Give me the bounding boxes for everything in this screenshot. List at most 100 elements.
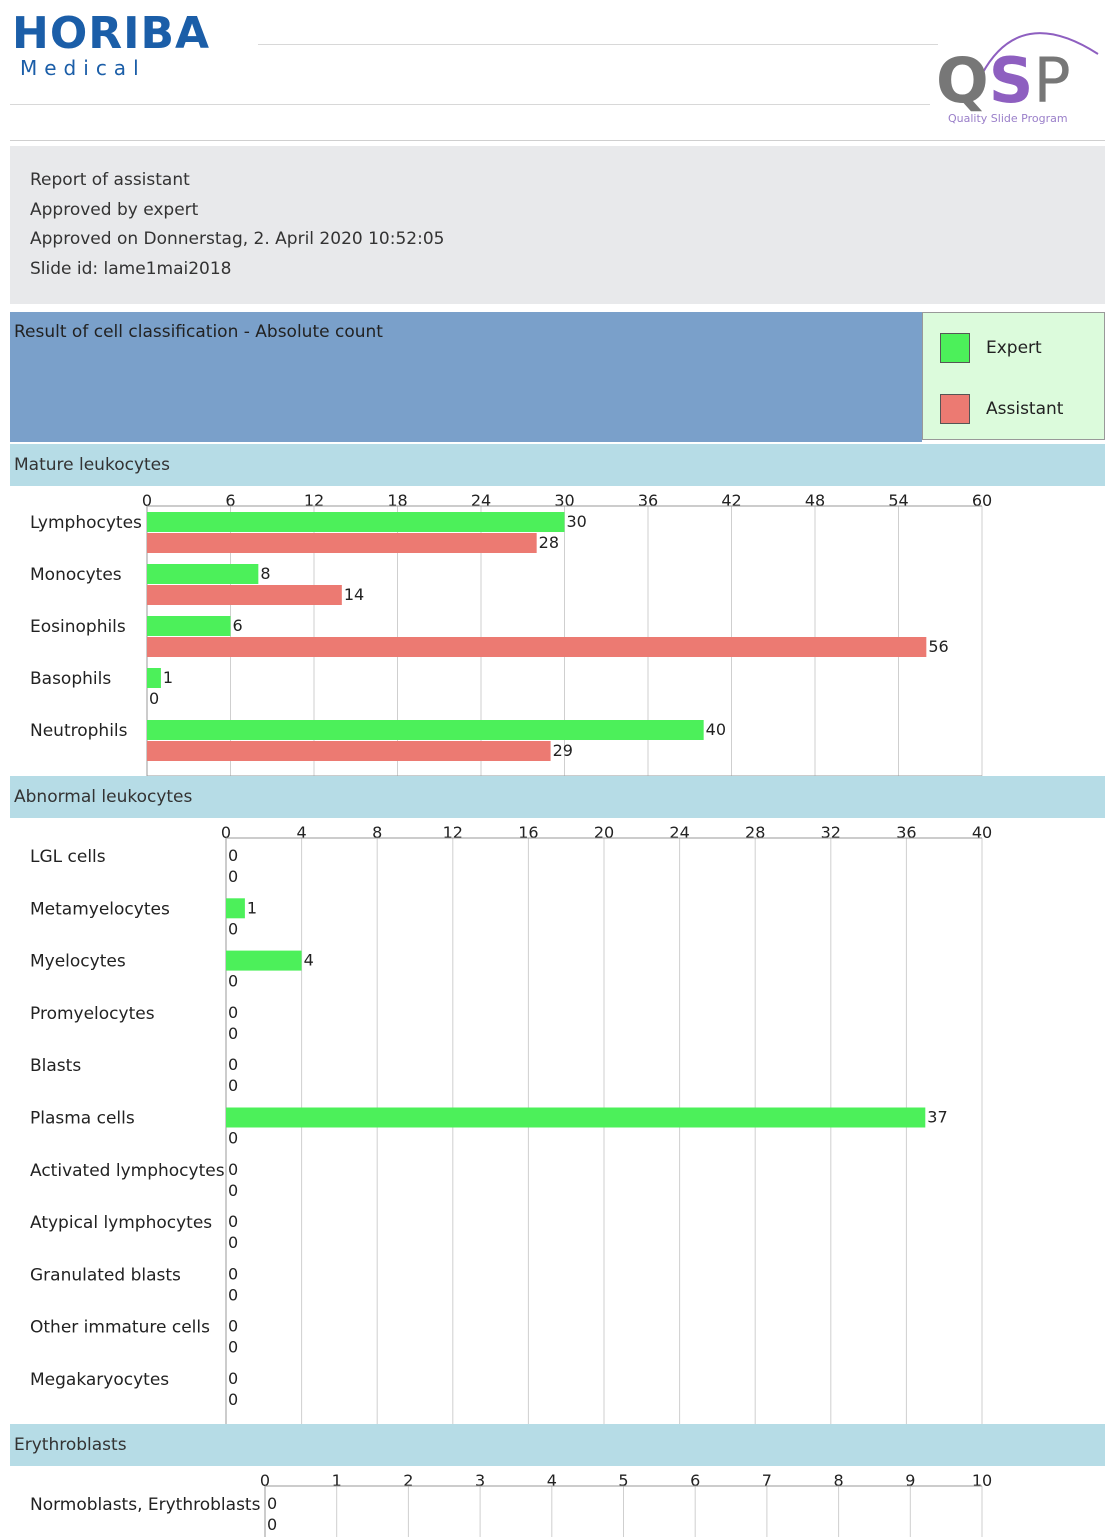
data-label: 0 (228, 1024, 238, 1043)
data-label: 0 (228, 1338, 238, 1357)
data-label: 8 (260, 564, 270, 583)
result-title-bar: Result of cell classification - Absolute… (10, 312, 922, 442)
x-tick-label: 32 (821, 823, 841, 842)
category-label: Eosinophils (30, 617, 126, 637)
x-tick-label: 9 (905, 1471, 915, 1490)
mature-leukocytes-chart: 0 6 12 18 24 30 36 42 48 54 60Lymphocytes 3028Monoc… (30, 491, 992, 776)
horiba-logo: HORIBA (12, 8, 211, 59)
bar-assistant (147, 533, 537, 553)
section-title: Erythroblasts (14, 1435, 127, 1455)
x-tick-label: 6 (690, 1471, 700, 1490)
data-label: 0 (228, 1390, 238, 1409)
category-label: Megakaryocytes (30, 1370, 169, 1390)
bar-assistant (147, 637, 927, 657)
bar-assistant (147, 741, 551, 761)
category-label: Metamyelocytes (30, 899, 170, 919)
bar-expert (147, 616, 231, 636)
data-label: 0 (228, 1055, 238, 1074)
report-info-panel: Report of assistant Approved by expert A… (10, 146, 1105, 304)
data-label: 0 (228, 1285, 238, 1304)
data-label: 40 (706, 720, 726, 739)
bar-expert (226, 950, 302, 971)
x-tick-label: 7 (762, 1471, 772, 1490)
category-label: Normoblasts, Erythroblasts (30, 1495, 261, 1515)
header-divider (258, 44, 938, 45)
category-label: Myelocytes (30, 952, 126, 972)
x-tick-label: 1 (332, 1471, 342, 1490)
category-label: Activated lymphocytes (30, 1161, 225, 1181)
category-label: Basophils (30, 669, 111, 689)
legend-swatch-expert (940, 333, 970, 363)
legend-label-expert: Expert (986, 338, 1042, 358)
approval-date: Approved on Donnerstag, 2. April 2020 10… (30, 229, 445, 249)
data-label: 0 (228, 1003, 238, 1022)
data-label: 0 (228, 1317, 238, 1336)
result-title: Result of cell classification - Absolute… (14, 322, 383, 342)
data-label: 37 (927, 1108, 947, 1127)
data-label: 0 (228, 1233, 238, 1252)
data-label: 0 (228, 1212, 238, 1231)
bar-expert (226, 1107, 926, 1128)
data-label: 1 (163, 668, 173, 687)
x-tick-label: 16 (518, 823, 538, 842)
report-header: HORIBA Medical QSP Quality Slide Program (0, 0, 1105, 141)
category-label: Granulated blasts (30, 1265, 181, 1285)
section-header-erythroblasts: Erythroblasts (10, 1424, 1105, 1466)
bar-expert (147, 564, 259, 584)
data-label: 0 (149, 689, 159, 708)
category-label: Monocytes (30, 565, 122, 585)
x-tick-label: 36 (638, 491, 658, 510)
erythroblasts-chart: 0 1 2 3 4 5 6 7 8 9 10Normoblasts, Erythroblasts 00 (30, 1471, 992, 1537)
category-label: LGL cells (30, 847, 106, 867)
section-title: Abnormal leukocytes (14, 787, 193, 807)
data-label: 0 (228, 1264, 238, 1283)
x-tick-label: 30 (554, 491, 574, 510)
category-label: Lymphocytes (30, 513, 142, 533)
report-type: Report of assistant (30, 170, 190, 190)
x-tick-label: 60 (972, 491, 992, 510)
legend-swatch-assistant (940, 394, 970, 424)
x-tick-label: 2 (403, 1471, 413, 1490)
data-label: 0 (267, 1494, 277, 1513)
x-tick-label: 42 (721, 491, 741, 510)
data-label: 0 (228, 867, 238, 886)
data-label: 0 (228, 846, 238, 865)
x-tick-label: 20 (594, 823, 614, 842)
x-tick-label: 40 (972, 823, 992, 842)
x-tick-label: 6 (225, 491, 235, 510)
data-label: 6 (233, 616, 243, 635)
header-divider (10, 104, 930, 105)
qsp-tagline: Quality Slide Program (948, 112, 1068, 125)
x-tick-label: 24 (471, 491, 491, 510)
data-label: 0 (228, 1160, 238, 1179)
bar-expert (147, 668, 161, 688)
x-tick-label: 24 (669, 823, 689, 842)
data-label: 0 (228, 1076, 238, 1095)
horiba-logo-subtitle: Medical (20, 56, 146, 80)
data-label: 0 (267, 1515, 277, 1534)
data-label: 29 (553, 741, 573, 760)
x-tick-label: 28 (745, 823, 765, 842)
data-label: 0 (228, 972, 238, 991)
data-label: 0 (228, 1181, 238, 1200)
x-tick-label: 8 (372, 823, 382, 842)
header-divider (10, 140, 1105, 141)
abnormal-leukocytes-chart: 0 4 8 12 16 20 24 28 32 36 40 LGL cells 0 0 Metamyeloc… (30, 823, 992, 1424)
category-label: Other immature cells (30, 1318, 210, 1338)
data-label: 0 (228, 1369, 238, 1388)
bar-expert (226, 898, 245, 919)
x-tick-label: 36 (896, 823, 916, 842)
x-tick-label: 10 (972, 1471, 992, 1490)
x-tick-label: 48 (805, 491, 825, 510)
x-tick-label: 12 (443, 823, 463, 842)
data-label: 4 (304, 951, 314, 970)
bar-expert (147, 512, 565, 532)
legend-label-assistant: Assistant (986, 399, 1064, 419)
data-label: 56 (928, 637, 948, 656)
slide-id: Slide id: lame1mai2018 (30, 259, 232, 279)
x-tick-label: 4 (547, 1471, 557, 1490)
category-label: Plasma cells (30, 1109, 135, 1129)
x-tick-label: 3 (475, 1471, 485, 1490)
qsp-logo: QSP (936, 44, 1071, 117)
x-tick-label: 12 (304, 491, 324, 510)
